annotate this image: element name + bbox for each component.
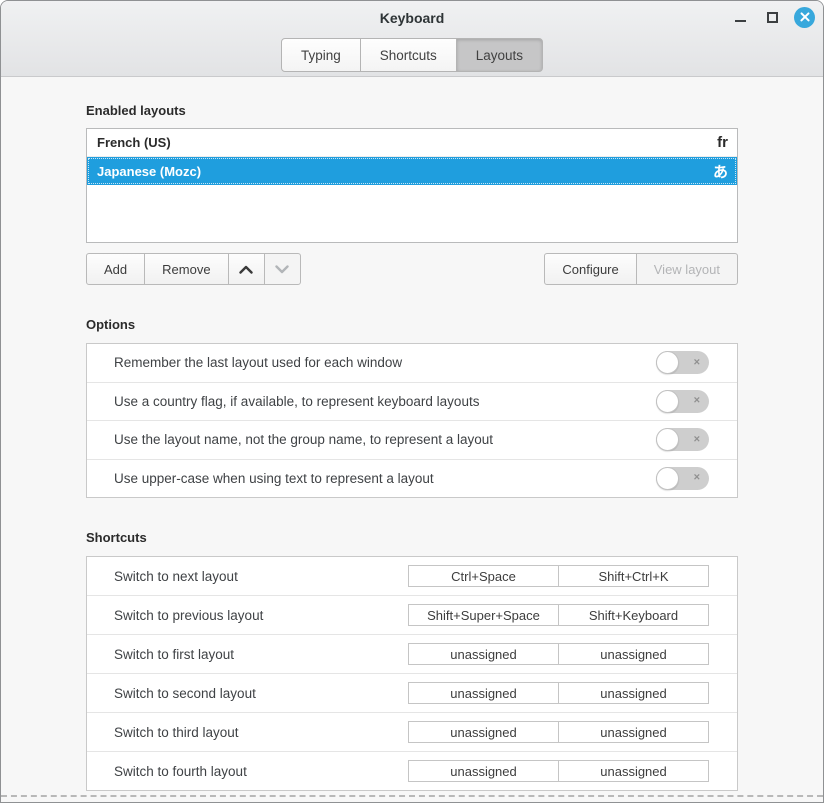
tab-typing[interactable]: Typing bbox=[281, 38, 361, 72]
close-icon bbox=[799, 12, 810, 23]
shortcut-label: Switch to next layout bbox=[114, 569, 238, 584]
minimize-icon bbox=[735, 20, 746, 22]
option-label: Remember the last layout used for each w… bbox=[114, 355, 402, 370]
option-row: Remember the last layout used for each w… bbox=[87, 344, 737, 383]
options-heading: Options bbox=[86, 318, 738, 332]
keybinding-cell[interactable]: unassigned bbox=[409, 761, 559, 781]
keybinding-cell[interactable]: Shift+Super+Space bbox=[409, 605, 559, 625]
content: Enabled layouts French (US) fr Japanese … bbox=[86, 104, 738, 791]
tab-shortcuts[interactable]: Shortcuts bbox=[360, 38, 457, 72]
shortcuts-panel: Switch to next layout Ctrl+Space Shift+C… bbox=[86, 556, 738, 791]
tab-layouts[interactable]: Layouts bbox=[456, 38, 543, 72]
keybinding-group: unassigned unassigned bbox=[408, 643, 709, 665]
option-label: Use a country flag, if available, to rep… bbox=[114, 394, 479, 409]
window-title: Keyboard bbox=[1, 10, 823, 26]
maximize-button[interactable] bbox=[762, 7, 782, 27]
chevron-up-icon bbox=[239, 265, 253, 274]
titlebar: Keyboard bbox=[1, 1, 823, 33]
keybinding-cell[interactable]: unassigned bbox=[559, 761, 708, 781]
shortcut-row: Switch to previous layout Shift+Super+Sp… bbox=[87, 596, 737, 635]
layout-name: French (US) bbox=[97, 135, 171, 150]
layout-row-japanese-mozc[interactable]: Japanese (Mozc) あ bbox=[87, 157, 737, 185]
keybinding-cell[interactable]: unassigned bbox=[559, 722, 708, 742]
list-edit-button-group: Add Remove bbox=[86, 253, 301, 285]
keybinding-cell[interactable]: unassigned bbox=[409, 722, 559, 742]
toggle-knob bbox=[656, 428, 679, 451]
toggle-country-flag[interactable]: × bbox=[656, 390, 709, 413]
remove-button[interactable]: Remove bbox=[144, 253, 228, 285]
keybinding-cell[interactable]: unassigned bbox=[409, 644, 559, 664]
tab-bar: Typing Shortcuts Layouts bbox=[1, 38, 823, 72]
chevron-down-icon bbox=[275, 265, 289, 274]
toggle-off-icon: × bbox=[694, 396, 700, 407]
option-label: Use the layout name, not the group name,… bbox=[114, 432, 493, 447]
close-button[interactable] bbox=[794, 7, 815, 28]
shortcut-row: Switch to next layout Ctrl+Space Shift+C… bbox=[87, 557, 737, 596]
keybinding-group: Ctrl+Space Shift+Ctrl+K bbox=[408, 565, 709, 587]
keybinding-group: unassigned unassigned bbox=[408, 760, 709, 782]
toggle-off-icon: × bbox=[694, 473, 700, 484]
toggle-off-icon: × bbox=[694, 434, 700, 445]
view-layout-button[interactable]: View layout bbox=[636, 253, 738, 285]
option-row: Use the layout name, not the group name,… bbox=[87, 421, 737, 460]
window-controls bbox=[730, 1, 815, 33]
keybinding-group: Shift+Super+Space Shift+Keyboard bbox=[408, 604, 709, 626]
move-up-button[interactable] bbox=[228, 253, 265, 285]
shortcut-row: Switch to fourth layout unassigned unass… bbox=[87, 752, 737, 790]
shortcuts-heading: Shortcuts bbox=[86, 531, 738, 545]
toggle-upper-case[interactable]: × bbox=[656, 467, 709, 490]
configure-button-group: Configure View layout bbox=[544, 253, 738, 285]
keybinding-group: unassigned unassigned bbox=[408, 682, 709, 704]
options-panel: Remember the last layout used for each w… bbox=[86, 343, 738, 498]
layout-indicator-icon: fr bbox=[717, 134, 728, 151]
shortcut-label: Switch to first layout bbox=[114, 647, 234, 662]
shortcut-row: Switch to third layout unassigned unassi… bbox=[87, 713, 737, 752]
keybinding-cell[interactable]: unassigned bbox=[409, 683, 559, 703]
toggle-knob bbox=[656, 351, 679, 374]
scroll-edge-indicator bbox=[1, 795, 823, 797]
shortcut-label: Switch to previous layout bbox=[114, 608, 263, 623]
shortcut-label: Switch to third layout bbox=[114, 725, 239, 740]
add-button[interactable]: Add bbox=[86, 253, 145, 285]
shortcut-label: Switch to fourth layout bbox=[114, 764, 247, 779]
toggle-layout-name[interactable]: × bbox=[656, 428, 709, 451]
option-row: Use a country flag, if available, to rep… bbox=[87, 383, 737, 422]
enabled-layouts-list: French (US) fr Japanese (Mozc) あ bbox=[86, 128, 738, 243]
keybinding-cell[interactable]: Shift+Ctrl+K bbox=[559, 566, 708, 586]
toggle-remember-last-layout[interactable]: × bbox=[656, 351, 709, 374]
keyboard-window: Keyboard Typing Shortcuts Layouts Enable… bbox=[0, 0, 824, 803]
toggle-off-icon: × bbox=[694, 357, 700, 368]
layout-actions-row: Add Remove Configure View layout bbox=[86, 253, 738, 285]
enabled-layouts-heading: Enabled layouts bbox=[86, 104, 738, 118]
minimize-button[interactable] bbox=[730, 7, 750, 27]
option-label: Use upper-case when using text to repres… bbox=[114, 471, 434, 486]
header: Keyboard Typing Shortcuts Layouts bbox=[1, 1, 823, 77]
maximize-icon bbox=[767, 12, 778, 23]
option-row: Use upper-case when using text to repres… bbox=[87, 460, 737, 498]
toggle-knob bbox=[656, 390, 679, 413]
layout-indicator-icon: あ bbox=[713, 161, 728, 182]
layout-name: Japanese (Mozc) bbox=[97, 164, 201, 179]
configure-button[interactable]: Configure bbox=[544, 253, 636, 285]
keybinding-cell[interactable]: Shift+Keyboard bbox=[559, 605, 708, 625]
toggle-knob bbox=[656, 467, 679, 490]
move-down-button[interactable] bbox=[264, 253, 301, 285]
keybinding-cell[interactable]: unassigned bbox=[559, 644, 708, 664]
keybinding-group: unassigned unassigned bbox=[408, 721, 709, 743]
shortcut-label: Switch to second layout bbox=[114, 686, 256, 701]
keybinding-cell[interactable]: unassigned bbox=[559, 683, 708, 703]
layout-row-french-us[interactable]: French (US) fr bbox=[87, 129, 737, 157]
keybinding-cell[interactable]: Ctrl+Space bbox=[409, 566, 559, 586]
shortcut-row: Switch to second layout unassigned unass… bbox=[87, 674, 737, 713]
shortcut-row: Switch to first layout unassigned unassi… bbox=[87, 635, 737, 674]
